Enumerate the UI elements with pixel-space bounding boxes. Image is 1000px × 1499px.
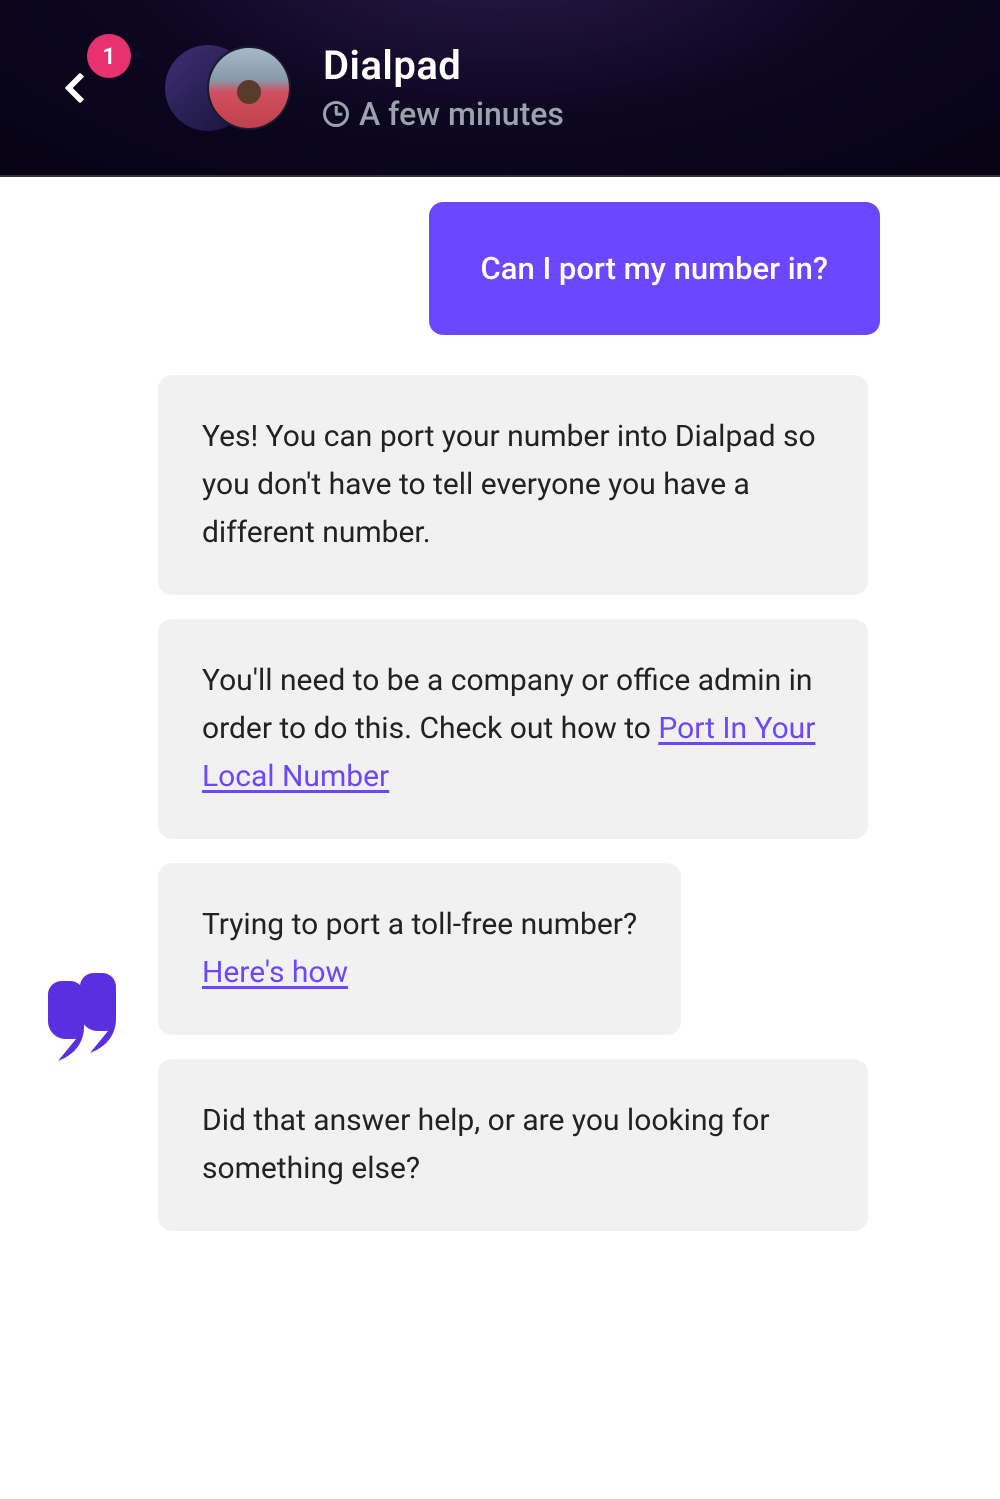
dialpad-logo-icon [44,973,122,1061]
user-message: Can I port my number in? [429,202,880,335]
subtitle-row: A few minutes [323,95,564,133]
bot-message: Yes! You can port your number into Dialp… [158,375,868,595]
chat-header: 1 Dialpad A few minutes [0,0,1000,177]
bot-message: Did that answer help, or are you looking… [158,1059,868,1231]
response-time: A few minutes [359,95,564,133]
chat-area: Can I port my number in? Yes! You can po… [0,177,1000,1231]
chat-title: Dialpad [323,42,564,89]
bot-message: Trying to port a toll-free number? Here'… [158,863,681,1035]
clock-icon [323,101,349,127]
toll-free-link[interactable]: Here's how [202,955,348,990]
bot-text: Trying to port a toll-free number? [202,907,637,942]
avatar-stack [165,43,295,133]
title-area: Dialpad A few minutes [323,42,564,133]
bot-message: You'll need to be a company or office ad… [158,619,868,839]
notification-badge: 1 [87,34,131,78]
avatar-front [207,46,291,130]
chevron-left-icon [64,72,95,103]
